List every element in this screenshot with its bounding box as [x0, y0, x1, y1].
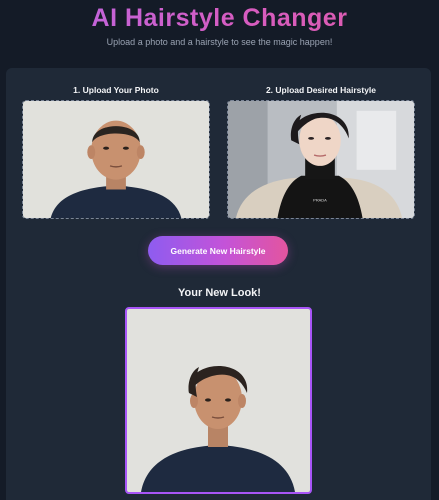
upload-photo-dropzone[interactable]	[22, 100, 210, 219]
uploaded-photo-image	[23, 101, 209, 218]
upload-photo-label: 1. Upload Your Photo	[73, 85, 159, 95]
page-title: AI Hairstyle Changer	[0, 4, 439, 33]
generate-hairstyle-button[interactable]: Generate New Hairstyle	[148, 236, 288, 265]
upload-hairstyle-label: 2. Upload Desired Hairstyle	[265, 85, 377, 95]
app-page: AI Hairstyle Changer Upload a photo and …	[0, 0, 439, 500]
svg-text:PRADA: PRADA	[313, 197, 327, 202]
result-title: Your New Look!	[178, 287, 261, 299]
result-image-frame	[125, 307, 312, 494]
result-image	[127, 309, 310, 492]
upload-hairstyle-dropzone[interactable]: PRADA	[227, 100, 415, 219]
uploaded-hairstyle-image: PRADA	[228, 101, 414, 218]
page-subtitle: Upload a photo and a hairstyle to see th…	[106, 37, 333, 47]
